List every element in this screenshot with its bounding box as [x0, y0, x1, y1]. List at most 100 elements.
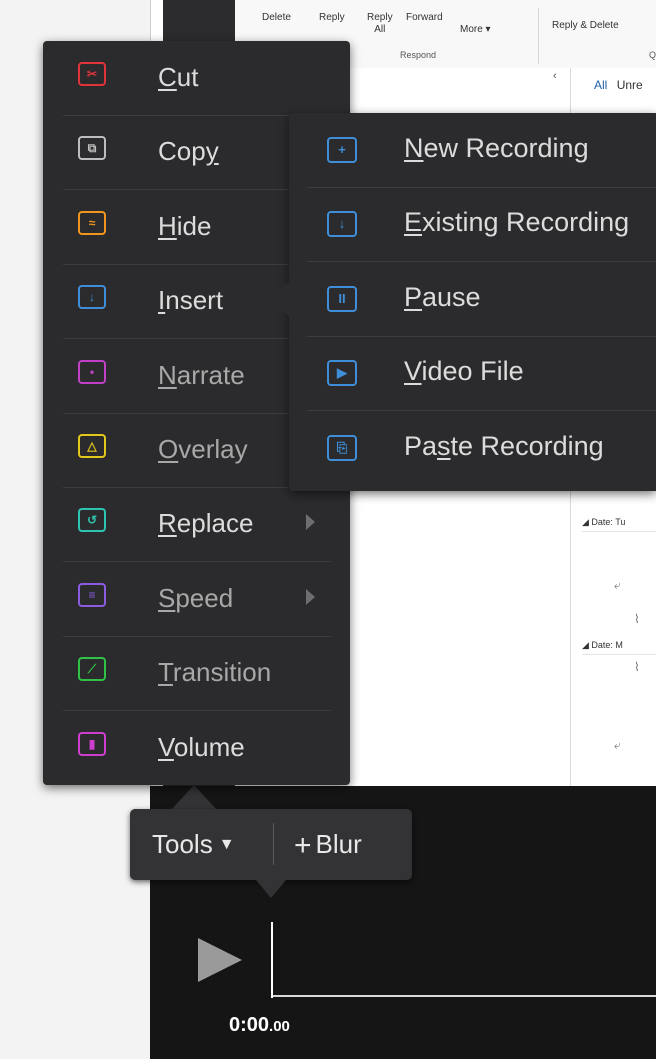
timeline-track[interactable]	[272, 995, 656, 997]
menu-item-label: Overlay	[158, 434, 248, 465]
chevron-down-icon: ▼	[218, 836, 235, 853]
label-part-pre: Cop	[158, 136, 206, 167]
menu-item-transition[interactable]: ⟋ Transition	[63, 636, 331, 712]
menu-item-volume[interactable]: ▮ Volume	[63, 711, 331, 785]
play-icon[interactable]	[198, 938, 242, 982]
label-part-post: eplace	[176, 508, 254, 539]
menu-item-label: Transition	[158, 657, 271, 688]
label-part-ul: E	[404, 207, 423, 238]
label-part-ul: N	[404, 133, 424, 163]
add-blur-button[interactable]: + Blur	[294, 829, 362, 863]
date-group-header[interactable]: ◢ Date: M	[582, 640, 656, 655]
label-part-post: ide	[176, 210, 212, 241]
submenu-item-label: New Recording	[404, 133, 589, 164]
collapse-arrow-icon[interactable]: ‹	[553, 70, 557, 82]
tools-bar: Tools ▼ + Blur	[130, 809, 412, 880]
chevron-right-icon	[306, 588, 315, 605]
menu-item-cut[interactable]: ✂ Cut	[63, 41, 331, 116]
pause-icon: II	[327, 285, 357, 312]
attachment-icon: ⌇	[634, 612, 640, 626]
blur-label: Blur	[315, 829, 362, 859]
ribbon-reply-button[interactable]: Reply	[319, 12, 345, 24]
label-part-ul: N	[158, 359, 177, 390]
new-recording-icon: +	[327, 137, 357, 163]
chevron-right-icon	[306, 514, 315, 531]
playhead[interactable]	[271, 922, 273, 998]
label-part-pre: Pa	[404, 430, 438, 461]
tools-button[interactable]: Tools ▼	[152, 829, 235, 860]
label-part-post: xisting Recording	[422, 207, 630, 238]
label-part-post: te Recording	[450, 430, 604, 461]
ribbon-forward-label: Forward	[406, 12, 443, 23]
submenu-item-new-recording[interactable]: + New Recording	[307, 113, 656, 188]
attachment-icon: ⌇	[634, 660, 640, 674]
label-part-ul: V	[158, 731, 174, 762]
label-part-post: nsert	[165, 285, 224, 316]
ribbon-more-label: More ▾	[460, 24, 491, 35]
label-part-post: peed	[175, 582, 234, 613]
insert-icon: ↓	[78, 285, 106, 310]
current-time: 0:00.00	[229, 1014, 290, 1037]
time-ms: .00	[269, 1018, 290, 1035]
ribbon-delete-label: Delete	[262, 12, 291, 23]
submenu-item-label: Paste Recording	[404, 431, 604, 462]
menu-item-replace[interactable]: ↺ Replace	[63, 487, 331, 563]
ribbon-forward-button[interactable]: Forward	[406, 12, 443, 24]
ribbon-reply-all-label-2: All	[374, 24, 386, 35]
label-part-ul: H	[158, 210, 177, 241]
submenu-item-paste-recording[interactable]: ⎘ Paste Recording	[307, 411, 656, 485]
submenu-item-existing-recording[interactable]: ↓ Existing Recording	[307, 187, 656, 263]
label-part-ul: y	[205, 136, 219, 167]
replace-icon: ↺	[78, 508, 106, 533]
ribbon-reply-all-button[interactable]: Reply All	[367, 12, 393, 36]
menu-item-speed[interactable]: ≡ Speed	[63, 562, 331, 637]
label-part-post: ause	[422, 281, 481, 312]
respond-group-label: Respond	[400, 50, 437, 60]
submenu-item-label: Existing Recording	[404, 207, 629, 238]
video-file-icon: ▶	[327, 360, 357, 387]
submenu-item-video-file[interactable]: ▶ Video File	[307, 336, 656, 412]
scissors-icon: ✂	[78, 62, 106, 86]
copy-icon: ⧉	[78, 136, 106, 161]
label-part-post: verlay	[178, 434, 248, 464]
ribbon-reply-all-label-1: Reply	[367, 12, 393, 23]
label-part-post: ew Recording	[423, 133, 589, 163]
menu-item-label: Copy	[158, 136, 219, 167]
plus-icon: +	[294, 829, 312, 862]
label-part-post: ut	[176, 62, 199, 92]
menu-item-label: Replace	[158, 508, 253, 539]
submenu-item-pause[interactable]: II Pause	[307, 262, 656, 337]
label-part-ul: C	[158, 62, 177, 92]
label-part-post: olume	[173, 731, 245, 762]
tab-all[interactable]: All	[594, 78, 607, 92]
paste-recording-icon: ⎘	[327, 434, 357, 461]
tools-menu-pointer	[172, 785, 216, 809]
ribbon-reply-delete-button[interactable]: Reply & Delete	[552, 20, 619, 32]
inbox-tabs: All Unre	[594, 78, 643, 92]
menu-item-label: Hide	[158, 211, 211, 242]
tab-unread[interactable]: Unre	[617, 78, 643, 92]
ribbon-reply-delete-label: Reply & Delete	[552, 20, 619, 31]
menu-item-label: Cut	[158, 62, 198, 93]
menu-item-label: Speed	[158, 583, 233, 614]
menu-item-label: Narrate	[158, 360, 245, 391]
ribbon-reply-label: Reply	[319, 12, 345, 23]
tools-bar-pointer	[256, 880, 286, 898]
label-part-ul: T	[158, 657, 173, 688]
label-part-post: arrate	[176, 359, 245, 390]
ribbon-more-button[interactable]: More ▾	[460, 24, 491, 36]
submenu-pointer	[268, 281, 290, 317]
label-part-ul: O	[158, 434, 179, 464]
label-part-post: ideo File	[421, 356, 524, 387]
overlay-triangle-icon: △	[78, 434, 106, 458]
hide-eye-icon: ≈	[78, 210, 106, 235]
quick-steps-group-label: Q	[649, 50, 656, 60]
label-part-ul: s	[437, 430, 451, 461]
ribbon-delete-button[interactable]: Delete	[262, 12, 291, 24]
label-part-ul: P	[404, 281, 423, 312]
tools-separator	[273, 823, 274, 865]
speed-icon: ≡	[78, 582, 106, 607]
time-main: 0:00	[229, 1014, 270, 1036]
date-group-header[interactable]: ◢ Date: Tu	[582, 517, 656, 532]
label-part-ul: V	[404, 356, 422, 387]
